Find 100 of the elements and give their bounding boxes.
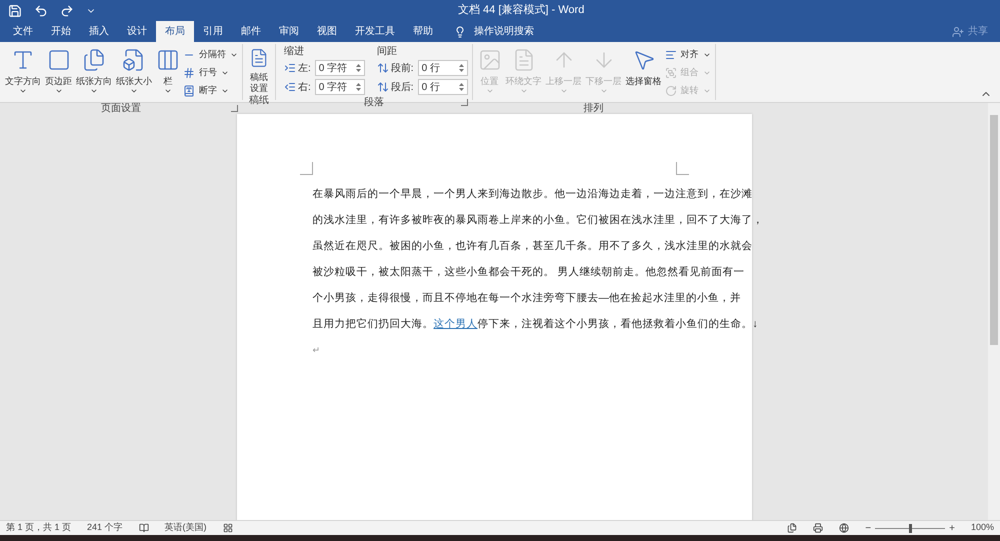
caret-icon bbox=[702, 51, 711, 59]
macro-icon[interactable] bbox=[222, 523, 233, 533]
field-label: 段后: bbox=[390, 80, 414, 94]
proofing-icon[interactable] bbox=[138, 523, 149, 533]
caret-icon bbox=[221, 69, 229, 77]
zoom-thumb[interactable] bbox=[909, 524, 912, 532]
body-text: 停下来，注视着这个小男孩，看他拯救着小鱼们的生命。↓ bbox=[478, 317, 758, 332]
ribbon-menu-button[interactable]: 分隔符 bbox=[183, 46, 238, 64]
caret-icon bbox=[130, 87, 138, 95]
spin-arrows-icon bbox=[458, 82, 464, 92]
spin-arrows-icon bbox=[458, 63, 464, 73]
print-layout-icon[interactable] bbox=[813, 523, 824, 533]
field-label: 左: bbox=[298, 62, 311, 76]
caret-icon bbox=[702, 87, 711, 95]
indent-icon bbox=[284, 62, 296, 74]
spacing-icon bbox=[376, 62, 389, 74]
ribbon-menu-button[interactable]: 行号 bbox=[183, 64, 238, 82]
ribbon-tab[interactable]: 邮件 bbox=[232, 21, 270, 42]
scroll-thumb[interactable] bbox=[990, 115, 998, 345]
zoom-in-button[interactable]: + bbox=[949, 520, 955, 536]
zoom-percent[interactable]: 100% bbox=[970, 521, 994, 535]
window-title: 文档 44 [兼容模式] - Word bbox=[458, 2, 584, 18]
caret-icon bbox=[54, 87, 62, 95]
numbers-icon bbox=[183, 67, 195, 79]
ribbon-tab[interactable]: 布局 bbox=[156, 21, 194, 42]
section-label: 间距 bbox=[376, 45, 398, 58]
ribbon-tab[interactable]: 引用 bbox=[194, 21, 232, 42]
body-text: 在暴风雨后的一个早晨，一个男人来到海边散步。他一边沿海边走着，一边注意到，在沙滩 bbox=[312, 187, 752, 202]
caret-icon bbox=[164, 87, 172, 95]
caret-icon bbox=[90, 87, 98, 95]
page-count[interactable]: 第 1 页，共 1 页 bbox=[6, 521, 72, 535]
ribbon-button[interactable]: 纸张方向 bbox=[75, 44, 113, 102]
read-mode-icon[interactable] bbox=[787, 523, 798, 533]
group-title: 页面设置 bbox=[101, 102, 141, 116]
ribbon-tab[interactable]: 帮助 bbox=[404, 21, 442, 42]
caret-icon bbox=[221, 87, 229, 95]
spacing-icon bbox=[376, 81, 389, 93]
spin-field[interactable]: 0 行 bbox=[418, 79, 468, 95]
page-icon bbox=[249, 48, 269, 68]
caret-icon bbox=[230, 51, 238, 59]
dialog-launcher-icon[interactable] bbox=[460, 99, 468, 106]
ribbon-button[interactable]: 文字方向 bbox=[4, 44, 42, 102]
ribbon-button[interactable]: 页边距 bbox=[44, 44, 73, 102]
group-icon bbox=[664, 67, 677, 79]
rotate-icon bbox=[664, 85, 677, 97]
pages-icon bbox=[82, 48, 106, 72]
body-text: 的浅水洼里，有许多被昨夜的暴风雨卷上岸来的小鱼。它们被困在浅水洼里，回不了大海了， bbox=[312, 213, 764, 228]
body-text: 个小男孩，走得很慢，而且不停地在每一个水洼旁弯下腰去—他在捡起水洼里的小鱼，并 bbox=[312, 291, 741, 306]
web-layout-icon[interactable] bbox=[839, 523, 850, 533]
corner-mark bbox=[676, 162, 688, 175]
ribbon-button[interactable]: 栏 bbox=[155, 44, 181, 102]
lightbulb-icon bbox=[454, 26, 466, 38]
word-count[interactable]: 241 个字 bbox=[87, 521, 123, 535]
save-icon[interactable] bbox=[8, 4, 22, 18]
ribbon-tab[interactable]: 设计 bbox=[118, 21, 156, 42]
ribbon-tab[interactable]: 开始 bbox=[42, 21, 80, 42]
spin-field[interactable]: 0 字符 bbox=[314, 79, 365, 95]
caret-icon bbox=[520, 87, 528, 95]
body-text: 虽然近在咫尺。被困的小鱼，也许有几百条，甚至几千条。用不了多久，浅水洼里的水就会 bbox=[312, 239, 752, 254]
person-add-icon bbox=[952, 26, 964, 38]
caret-icon bbox=[600, 87, 608, 95]
caret-icon bbox=[560, 87, 568, 95]
picture-frame-icon bbox=[478, 48, 502, 72]
spin-arrows-icon bbox=[356, 82, 361, 92]
ribbon-tab[interactable]: 审阅 bbox=[270, 21, 308, 42]
align-icon bbox=[664, 49, 677, 61]
zoom-out-button[interactable]: − bbox=[865, 520, 872, 536]
language[interactable]: 英语(美国) bbox=[164, 521, 207, 535]
corner-mark bbox=[300, 162, 312, 175]
columns-icon bbox=[156, 48, 180, 72]
group-title: 稿纸 bbox=[249, 94, 269, 108]
redo-icon[interactable] bbox=[60, 4, 74, 18]
paragraph-mark: ↵ bbox=[312, 344, 320, 358]
ribbon-button[interactable]: 纸张大小 bbox=[115, 44, 153, 102]
ribbon-menu-button[interactable]: 对齐 bbox=[664, 46, 711, 64]
body-text: 且用力把它们扔回大海。 bbox=[312, 317, 434, 332]
caret-icon bbox=[702, 69, 711, 77]
body-text: 被沙粒吸干，被太阳蒸干，这些小鱼都会干死的。 男人继续朝前走。他忽然看见前面有一 bbox=[312, 265, 744, 280]
ribbon-button[interactable]: 稿纸设置 bbox=[247, 44, 271, 94]
ribbon-button[interactable]: 选择窗格 bbox=[624, 44, 663, 102]
tell-me-search[interactable]: 操作说明搜索 bbox=[454, 21, 534, 42]
ribbon-tab[interactable]: 插入 bbox=[80, 21, 118, 42]
caret-icon bbox=[19, 87, 27, 95]
spin-field[interactable]: 0 字符 bbox=[314, 60, 365, 76]
ribbon-tab[interactable]: 文件 bbox=[4, 21, 42, 42]
field-label: 段前: bbox=[390, 62, 414, 76]
ribbon-tab[interactable]: 视图 bbox=[308, 21, 346, 42]
group-title: 段落 bbox=[364, 96, 384, 110]
spin-field[interactable]: 0 行 bbox=[418, 60, 468, 76]
ribbon-tab[interactable]: 开发工具 bbox=[346, 21, 404, 42]
group-title: 排列 bbox=[584, 102, 604, 116]
undo-icon[interactable] bbox=[34, 4, 48, 18]
vertical-scrollbar[interactable] bbox=[988, 103, 1000, 520]
caret-icon bbox=[486, 87, 494, 95]
dialog-launcher-icon[interactable] bbox=[231, 105, 238, 112]
indent-icon bbox=[284, 81, 296, 93]
link[interactable]: 这个男人 bbox=[434, 317, 478, 333]
field-label: 右: bbox=[298, 80, 311, 94]
ribbon-menu-button[interactable]: 断字 bbox=[183, 82, 238, 100]
page-icon bbox=[46, 48, 70, 72]
